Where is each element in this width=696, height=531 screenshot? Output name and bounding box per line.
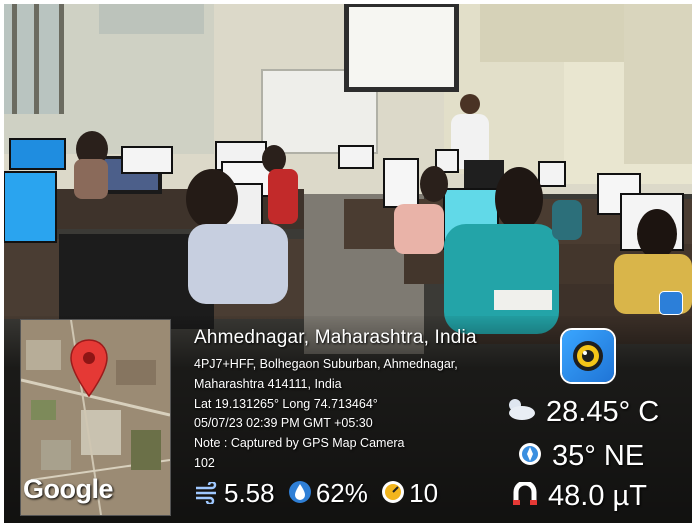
- temperature-value: 28.45° C: [546, 396, 660, 428]
- location-map: Google: [20, 319, 171, 516]
- magnet-icon: [512, 480, 538, 514]
- temperature-row: 28.45° C: [504, 396, 659, 430]
- city-line: Ahmednagar, Maharashtra, India: [194, 327, 477, 348]
- camera-mini-icon: [660, 292, 682, 314]
- wind-direction-value: 35° NE: [552, 440, 645, 472]
- wind-speed-value: 5.58: [224, 478, 275, 508]
- wind-icon: [194, 480, 220, 511]
- google-watermark: Google: [23, 474, 114, 504]
- address-line-2: Maharashtra 414111, India: [194, 376, 342, 391]
- wind-direction-row: 35° NE: [518, 440, 644, 474]
- address-line-1: 4PJ7+HFF, Bolhegaon Suburban, Ahmednagar…: [194, 357, 458, 371]
- compass-icon: [518, 441, 542, 474]
- extra-number: 102: [194, 455, 215, 470]
- map-pin-icon: [70, 339, 108, 398]
- magnetic-value: 48.0 µT: [548, 480, 647, 512]
- note: Note : Captured by GPS Map Camera: [194, 436, 405, 451]
- location-info: Ahmednagar, Maharashtra, India 4PJ7+HFF,…: [194, 327, 477, 474]
- cloud-sun-icon: [504, 396, 536, 430]
- humidity-value: 62%: [315, 478, 368, 508]
- gps-map-camera-icon: [562, 330, 614, 382]
- coordinates: Lat 19.131265° Long 74.713464°: [194, 396, 378, 411]
- datetime: 05/07/23 02:39 PM GMT +05:30: [194, 416, 373, 431]
- gauge-icon: [381, 480, 405, 511]
- humidity-icon: [288, 480, 312, 511]
- weather-bottom-row: 5.58 62% 10: [194, 478, 438, 511]
- magnetic-row: 48.0 µT: [512, 480, 647, 514]
- photo-frame: Google Ahmednagar, Maharashtra, India 4P…: [4, 4, 692, 523]
- pressure-value: 10: [409, 478, 439, 508]
